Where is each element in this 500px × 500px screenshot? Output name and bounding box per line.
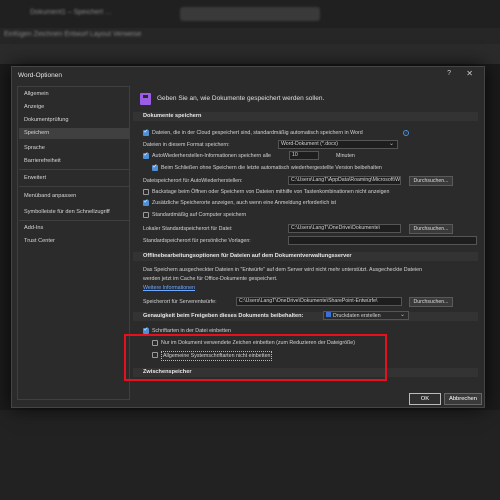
- nav-item-trustcenter[interactable]: Trust Center: [19, 236, 129, 247]
- ribbon: [0, 44, 500, 64]
- fidelity-document-label: Druckdaten erstellen: [333, 313, 381, 319]
- browse-autorecover-button[interactable]: Durchsuchen...: [409, 176, 453, 186]
- page-header: Geben Sie an, wie Dokumente gespeichert …: [157, 95, 325, 102]
- format-dropdown[interactable]: Word-Dokument (*.docx): [278, 140, 398, 149]
- browse-server-button[interactable]: Durchsuchen...: [409, 297, 453, 307]
- ok-button[interactable]: OK: [409, 393, 441, 405]
- info-icon: i: [403, 130, 409, 136]
- cancel-button[interactable]: Abbrechen: [444, 393, 482, 405]
- nav-item-addins[interactable]: Add-Ins: [19, 223, 129, 234]
- autorecover-label: AutoWiederherstellen-Informationen speic…: [152, 153, 271, 159]
- nav-item-sprache[interactable]: Sprache: [19, 143, 129, 154]
- offline-info-line1: Das Speichern ausgecheckter Dateien in "…: [143, 267, 423, 273]
- local-path-label: Lokaler Standardspeicherort für Datei:: [143, 226, 233, 232]
- dialog-title: Word-Optionen: [18, 72, 62, 79]
- red-highlight-box: [124, 334, 387, 381]
- more-locations-label: Zusätzliche Speicherorte anzeigen, auch …: [152, 200, 337, 206]
- personal-templates-label: Standardspeicherort für persönliche Vorl…: [143, 238, 251, 244]
- nav-item-dokumentpruefung[interactable]: Dokumentprüfung: [19, 115, 129, 126]
- nav-divider: [19, 186, 129, 187]
- keep-last-version-label: Beim Schließen ohne Speichern die letzte…: [161, 165, 382, 171]
- personal-templates-input[interactable]: [288, 236, 477, 245]
- document-area: [0, 410, 500, 500]
- nav-divider: [19, 169, 129, 170]
- more-locations-checkbox[interactable]: [143, 198, 149, 206]
- minutes-label: Minuten: [336, 153, 355, 159]
- nav-item-anzeige[interactable]: Anzeige: [19, 102, 129, 113]
- server-drafts-input[interactable]: C:\Users\LangT\OneDrive\Dokumente\ShareP…: [236, 297, 402, 306]
- nav-item-speichern[interactable]: Speichern: [19, 128, 129, 139]
- browse-local-button[interactable]: Durchsuchen...: [409, 224, 453, 234]
- backstage-label: Backstage beim Öffnen oder Speichern von…: [152, 189, 390, 195]
- fidelity-document-dropdown[interactable]: Druckdaten erstellen: [323, 311, 409, 320]
- autorecover-path-input[interactable]: C:\Users\LangT\AppData\Roaming\Microsoft…: [288, 176, 401, 185]
- autorecover-path-label: Dateispeicherort für AutoWiederherstelle…: [143, 178, 243, 184]
- default-computer-checkbox[interactable]: [143, 212, 149, 218]
- nav-item-menueband[interactable]: Menüband anpassen: [19, 191, 129, 202]
- local-path-input[interactable]: C:\Users\LangT\OneDrive\Dokumente\: [288, 224, 401, 233]
- help-button[interactable]: ?: [447, 70, 451, 77]
- nav-item-erweitert[interactable]: Erweitert: [19, 173, 129, 184]
- server-drafts-label: Speicherort für Serverentwürfe:: [143, 299, 217, 305]
- save-icon: [140, 93, 151, 105]
- autorecover-checkbox[interactable]: [143, 151, 149, 159]
- nav-item-barrierefreiheit[interactable]: Barrierefreiheit: [19, 156, 129, 167]
- nav-item-allgemein[interactable]: Allgemein: [19, 89, 129, 100]
- section-fidelity: Genauigkeit beim Freigeben dieses Dokume…: [133, 312, 478, 321]
- nav-divider: [19, 220, 129, 221]
- format-label: Dateien in diesem Format speichern:: [143, 142, 230, 148]
- window-title: Dokument1 – Speichert …: [30, 9, 113, 16]
- nav-item-schnellzugriff[interactable]: Symbolleiste für den Schnellzugriff: [19, 207, 129, 218]
- backstage-checkbox[interactable]: [143, 189, 149, 195]
- keep-last-version-checkbox[interactable]: [152, 163, 158, 171]
- word-doc-icon: [326, 312, 331, 317]
- fidelity-label: Genauigkeit beim Freigeben dieses Dokume…: [143, 313, 304, 319]
- section-documents-save: Dokumente speichern: [133, 112, 478, 121]
- ribbon-tabs: Einfügen Zeichnen Entwurf Layout Verweis…: [0, 28, 500, 44]
- more-info-link[interactable]: Weitere Informationen: [143, 284, 195, 292]
- autosave-cloud-checkbox[interactable]: [143, 128, 149, 136]
- close-button[interactable]: ✕: [466, 69, 473, 78]
- section-offline: Offlinebearbeitungsoptionen für Dateien …: [133, 252, 478, 261]
- options-nav: Allgemein Anzeige Dokumentprüfung Speich…: [17, 86, 130, 400]
- default-computer-label: Standardmäßig auf Computer speichern: [152, 212, 247, 218]
- ribbon-tabs-text: Einfügen Zeichnen Entwurf Layout Verweis…: [4, 31, 142, 38]
- search-box[interactable]: [180, 7, 320, 21]
- autorecover-minutes-input[interactable]: 10: [289, 151, 319, 160]
- offline-info-line2: werden jetzt im Cache für Office-Dokumen…: [143, 276, 278, 282]
- autosave-cloud-label: Dateien, die in der Cloud gespeichert si…: [152, 130, 363, 136]
